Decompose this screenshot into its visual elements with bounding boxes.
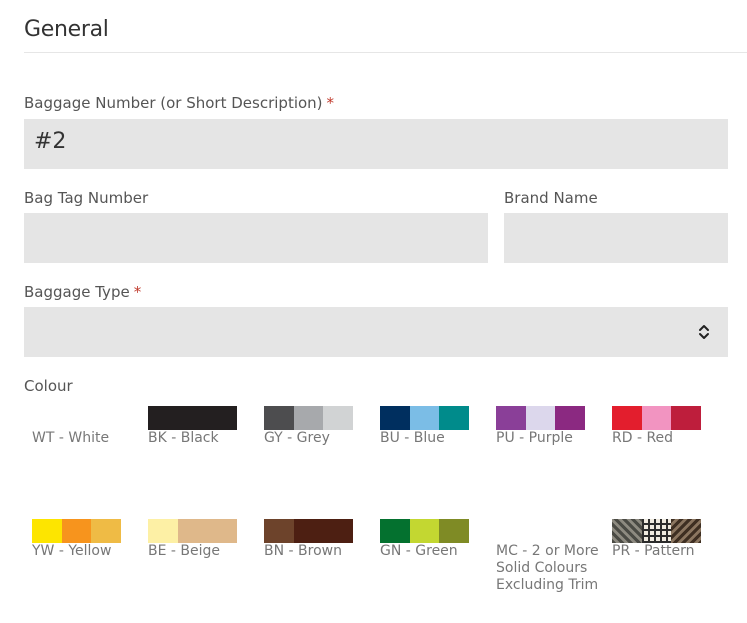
colour-swatch-pr[interactable] bbox=[612, 519, 702, 544]
bag-tag-number-input[interactable] bbox=[24, 213, 488, 263]
baggage-type-label: Baggage Type * bbox=[24, 283, 141, 301]
colour-segment bbox=[32, 519, 62, 543]
colour-segment bbox=[32, 406, 62, 430]
colour-label: Colour bbox=[24, 377, 73, 395]
baggage-number-value: #2 bbox=[34, 129, 67, 154]
colour-swatch-bar bbox=[612, 406, 702, 430]
colour-segment bbox=[177, 519, 208, 543]
colour-segment bbox=[525, 519, 556, 543]
baggage-number-label: Baggage Number (or Short Description) * bbox=[24, 94, 334, 112]
colour-segment bbox=[177, 406, 208, 430]
baggage-number-label-text: Baggage Number (or Short Description) bbox=[24, 94, 323, 112]
colour-swatch-label[interactable]: WT - White bbox=[32, 430, 142, 447]
colour-swatch-bar bbox=[496, 406, 586, 430]
colour-segment bbox=[671, 519, 702, 543]
colour-segment bbox=[61, 406, 92, 430]
colour-segment bbox=[148, 406, 178, 430]
colour-segment bbox=[496, 406, 526, 430]
colour-segment bbox=[641, 519, 672, 543]
colour-swatch-bk[interactable] bbox=[148, 406, 238, 431]
colour-swatch-bar bbox=[32, 406, 122, 430]
colour-swatch-bar bbox=[264, 519, 354, 543]
colour-segment bbox=[671, 406, 702, 430]
colour-segment bbox=[439, 406, 470, 430]
colour-segment bbox=[61, 519, 92, 543]
colour-swatch-pu[interactable] bbox=[496, 406, 586, 431]
colour-segment bbox=[525, 406, 556, 430]
colour-swatch-bar bbox=[380, 406, 470, 430]
colour-segment bbox=[409, 406, 440, 430]
colour-swatch-bar bbox=[380, 519, 470, 543]
colour-swatch-gn[interactable] bbox=[380, 519, 470, 544]
colour-swatch-rd[interactable] bbox=[612, 406, 702, 431]
colour-swatch-gy[interactable] bbox=[264, 406, 354, 431]
colour-swatch-label[interactable]: GY - Grey bbox=[264, 430, 374, 447]
colour-swatch-bar bbox=[496, 519, 586, 543]
colour-segment bbox=[612, 519, 642, 543]
colour-swatch-label[interactable]: PU - Purple bbox=[496, 430, 606, 447]
colour-segment bbox=[293, 406, 324, 430]
colour-swatch-bar bbox=[148, 519, 238, 543]
colour-swatch-be[interactable] bbox=[148, 519, 238, 544]
brand-name-label: Brand Name bbox=[504, 189, 598, 207]
colour-segment bbox=[264, 519, 294, 543]
colour-swatch-label[interactable]: MC - 2 or More Solid Colours Excluding T… bbox=[496, 543, 606, 594]
colour-segment bbox=[409, 519, 440, 543]
colour-swatch-bar bbox=[148, 406, 238, 430]
section-title: General bbox=[24, 17, 109, 42]
colour-swatch-label[interactable]: YW - Yellow bbox=[32, 543, 142, 560]
required-mark: * bbox=[326, 94, 335, 112]
colour-segment bbox=[207, 406, 238, 430]
baggage-type-label-text: Baggage Type bbox=[24, 283, 130, 301]
bag-tag-number-label: Bag Tag Number bbox=[24, 189, 149, 207]
colour-segment bbox=[264, 406, 294, 430]
colour-swatch-label[interactable]: BU - Blue bbox=[380, 430, 490, 447]
colour-segment bbox=[323, 406, 354, 430]
colour-segment bbox=[555, 406, 586, 430]
colour-swatch-label[interactable]: BE - Beige bbox=[148, 543, 258, 560]
colour-segment bbox=[91, 406, 122, 430]
colour-swatch-bu[interactable] bbox=[380, 406, 470, 431]
brand-name-input[interactable] bbox=[504, 213, 728, 263]
required-mark: * bbox=[133, 283, 142, 301]
colour-swatch-yw[interactable] bbox=[32, 519, 122, 544]
colour-swatch-bar bbox=[264, 406, 354, 430]
colour-swatch-label[interactable]: PR - Pattern bbox=[612, 543, 722, 560]
colour-segment bbox=[148, 519, 178, 543]
colour-swatch-label[interactable]: GN - Green bbox=[380, 543, 490, 560]
colour-segment bbox=[207, 519, 238, 543]
section-divider bbox=[24, 52, 747, 53]
colour-segment bbox=[641, 406, 672, 430]
colour-segment bbox=[380, 406, 410, 430]
colour-swatch-bar bbox=[612, 519, 702, 543]
colour-segment bbox=[91, 519, 122, 543]
colour-segment bbox=[323, 519, 354, 543]
colour-segment bbox=[293, 519, 324, 543]
colour-segment bbox=[380, 519, 410, 543]
colour-swatch-bn[interactable] bbox=[264, 519, 354, 544]
colour-segment bbox=[555, 519, 586, 543]
baggage-type-select[interactable] bbox=[24, 307, 728, 357]
colour-swatch-label[interactable]: BK - Black bbox=[148, 430, 258, 447]
colour-segment bbox=[612, 406, 642, 430]
colour-segment bbox=[496, 519, 526, 543]
colour-segment bbox=[439, 519, 470, 543]
colour-swatch-label[interactable]: RD - Red bbox=[612, 430, 722, 447]
select-arrows-icon bbox=[699, 325, 709, 339]
colour-swatch-mc[interactable] bbox=[496, 519, 586, 544]
colour-swatch-bar bbox=[32, 519, 122, 543]
baggage-number-input[interactable]: #2 bbox=[24, 119, 728, 169]
colour-swatch-label[interactable]: BN - Brown bbox=[264, 543, 374, 560]
colour-swatch-wt[interactable] bbox=[32, 406, 122, 431]
